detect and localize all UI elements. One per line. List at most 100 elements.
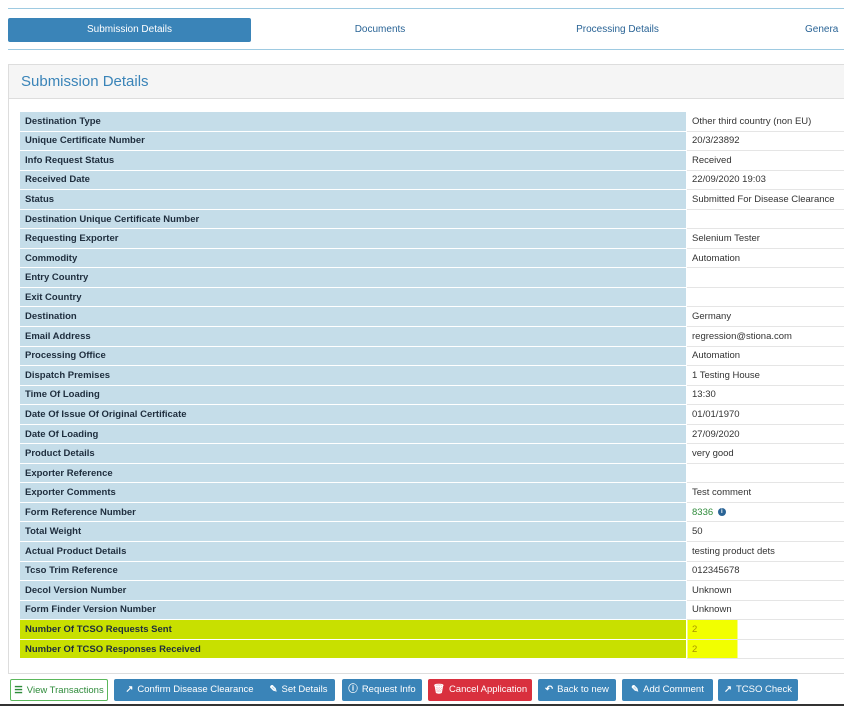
row-key: Date Of Issue Of Original Certificate (19, 404, 687, 425)
view-transactions-label: View Transactions (26, 685, 104, 696)
table-row: Email Address regression@stiona.com (19, 326, 844, 347)
form-reference-link[interactable]: 8336 (692, 507, 713, 518)
table-row: Product Details very good (19, 443, 844, 464)
bottom-divider (0, 704, 844, 706)
panel-title: Submission Details (9, 65, 844, 99)
table-row: Destination Type Other third country (non… (19, 111, 844, 132)
table-row: Form Reference Number 8336 i (19, 501, 844, 523)
row-value (686, 208, 844, 230)
table-row: Total Weight 50 (19, 521, 844, 543)
tab-general[interactable]: Genera (805, 18, 844, 42)
request-info-label: Request Info (361, 684, 416, 695)
row-value: 2 (686, 638, 844, 660)
row-key: Info Request Status (19, 150, 687, 171)
tabs-divider (8, 49, 844, 50)
cancel-application-label: Cancel Application (448, 684, 528, 695)
set-details-button[interactable]: ✎ Set Details (262, 679, 335, 701)
row-key: Entry Country (19, 267, 687, 288)
row-value: 27/09/2020 (686, 423, 844, 445)
row-key: Exporter Reference (19, 462, 687, 484)
row-value: Received (686, 150, 844, 171)
row-value: Unknown (686, 580, 844, 601)
undo-icon: ↶ (545, 684, 554, 695)
info-icon[interactable]: i (717, 508, 726, 517)
edit-icon: ✎ (631, 684, 640, 695)
row-key: Product Details (19, 443, 687, 464)
tab-documents[interactable]: Documents (300, 18, 460, 42)
row-key: Unique Certificate Number (19, 130, 687, 152)
top-divider (8, 8, 844, 9)
list-icon: ☰ (14, 685, 23, 696)
row-key: Time Of Loading (19, 384, 687, 406)
table-row: Unique Certificate Number 20/3/23892 (19, 130, 844, 152)
table-row: Entry Country (19, 267, 844, 288)
row-value: testing product dets (686, 541, 844, 562)
tcso-check-label: TCSO Check (736, 684, 792, 695)
row-key: Processing Office (19, 345, 687, 367)
submission-details-panel: Submission Details Destination Type Other… (8, 64, 844, 674)
row-key: Destination Unique Certificate Number (19, 208, 687, 230)
table-row: Dispatch Premises 1 Testing House (19, 365, 844, 386)
edit-icon: ✎ (269, 684, 278, 695)
row-key: Form Reference Number (19, 501, 687, 523)
action-bar: ☰ View Transactions ↗ Confirm Disease Clea… (10, 679, 844, 701)
row-value (686, 267, 844, 288)
row-value: 8336 i (686, 501, 844, 523)
row-value: 2 (686, 619, 844, 640)
set-details-label: Set Details (281, 684, 328, 695)
table-row: Processing Office Automation (19, 345, 844, 367)
table-row: Date Of Loading 27/09/2020 (19, 423, 844, 445)
tab-processing-details[interactable]: Processing Details (540, 18, 695, 42)
row-key: Status (19, 189, 687, 210)
confirm-disease-clearance-button[interactable]: ↗ Confirm Disease Clearance (114, 679, 265, 701)
view-transactions-button[interactable]: ☰ View Transactions (10, 679, 108, 701)
table-row: Commodity Automation (19, 247, 844, 269)
table-row: Requesting Exporter Selenium Tester (19, 228, 844, 249)
table-row-highlighted: Number Of TCSO Responses Received 2 (19, 638, 844, 660)
row-key: Actual Product Details (19, 541, 687, 562)
row-key: Decol Version Number (19, 580, 687, 601)
trash-icon: 🗑 (432, 684, 445, 695)
row-key: Number Of TCSO Requests Sent (19, 619, 687, 640)
row-key: Date Of Loading (19, 423, 687, 445)
table-row: Decol Version Number Unknown (19, 580, 844, 601)
share-icon: ↗ (125, 684, 134, 695)
row-value: Automation (686, 345, 844, 367)
tab-submission-details[interactable]: Submission Details (8, 18, 251, 42)
request-info-button[interactable]: ⓘ Request Info (342, 679, 422, 701)
details-table: Destination Type Other third country (non… (19, 111, 844, 660)
row-key: Number Of TCSO Responses Received (19, 638, 687, 660)
row-key: Commodity (19, 247, 687, 269)
table-row: Exporter Comments Test comment (19, 482, 844, 503)
row-value: 1 Testing House (686, 365, 844, 386)
row-value (686, 286, 844, 308)
row-key: Dispatch Premises (19, 365, 687, 386)
row-value (686, 462, 844, 484)
row-value: Germany (686, 306, 844, 328)
row-value: Selenium Tester (686, 228, 844, 249)
row-value: 20/3/23892 (686, 130, 844, 152)
share-icon: ↗ (724, 684, 732, 695)
row-key: Tcso Trim Reference (19, 560, 687, 582)
row-value: very good (686, 443, 844, 464)
row-key: Destination Type (19, 111, 687, 132)
back-to-new-label: Back to new (557, 684, 609, 695)
add-comment-button[interactable]: ✎ Add Comment (622, 679, 713, 701)
table-row: Received Date 22/09/2020 19:03 (19, 169, 844, 191)
row-value: regression@stiona.com (686, 326, 844, 347)
row-value: Submitted For Disease Clearance (686, 189, 844, 210)
row-key: Destination (19, 306, 687, 328)
table-row: Time Of Loading 13:30 (19, 384, 844, 406)
tab-bar: Submission Details Documents Processing … (0, 18, 844, 48)
back-to-new-button[interactable]: ↶ Back to new (538, 679, 616, 701)
tcso-check-button[interactable]: ↗ TCSO Check (718, 679, 798, 701)
table-row: Destination Germany (19, 306, 844, 328)
row-value: Unknown (686, 599, 844, 621)
table-row: Info Request Status Received (19, 150, 844, 171)
table-row: Exporter Reference (19, 462, 844, 484)
confirm-disease-clearance-label: Confirm Disease Clearance (137, 684, 254, 695)
cancel-application-button[interactable]: 🗑 Cancel Application (428, 679, 532, 701)
row-value: Test comment (686, 482, 844, 503)
add-comment-label: Add Comment (643, 684, 704, 695)
info-circle-icon: ⓘ (348, 684, 358, 695)
